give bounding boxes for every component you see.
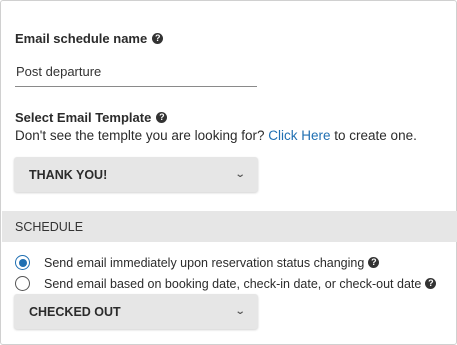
schedule-option-date-based[interactable]: Send email based on booking date, check-… xyxy=(15,276,437,291)
schedule-name-input[interactable] xyxy=(15,56,257,87)
question-circle-icon[interactable]: ? xyxy=(156,112,168,123)
radio-button-selected[interactable] xyxy=(15,255,30,270)
question-circle-icon[interactable]: ? xyxy=(152,33,164,44)
radio-button[interactable] xyxy=(15,276,30,291)
create-template-link[interactable]: Click Here xyxy=(268,128,330,143)
reservation-status-dropdown[interactable]: CHECKED OUT ⌄ xyxy=(14,294,258,329)
question-circle-icon[interactable]: ? xyxy=(425,278,437,289)
template-hint: Don't see the templte you are looking fo… xyxy=(15,128,417,143)
reservation-status-selected: CHECKED OUT xyxy=(29,304,121,319)
chevron-down-icon: ⌄ xyxy=(234,306,246,317)
email-template-label: Select Email Template ? xyxy=(15,110,168,125)
chevron-down-icon: ⌄ xyxy=(234,169,246,180)
email-template-selected: THANK YOU! xyxy=(29,167,108,182)
email-template-dropdown[interactable]: THANK YOU! ⌄ xyxy=(14,157,258,192)
schedule-option-label: Send email based on booking date, check-… xyxy=(44,276,422,291)
email-template-label-text: Select Email Template xyxy=(15,110,152,125)
template-hint-prefix: Don't see the templte you are looking fo… xyxy=(15,128,265,143)
email-schedule-panel: Email schedule name ? Select Email Templ… xyxy=(0,0,457,345)
schedule-option-status-change[interactable]: Send email immediately upon reservation … xyxy=(15,255,380,270)
schedule-option-label: Send email immediately upon reservation … xyxy=(44,255,365,270)
question-circle-icon[interactable]: ? xyxy=(368,257,380,268)
schedule-header-text: SCHEDULE xyxy=(15,219,84,234)
schedule-name-label-text: Email schedule name xyxy=(15,31,148,46)
template-hint-suffix: to create one. xyxy=(334,128,417,143)
schedule-name-label: Email schedule name ? xyxy=(15,31,164,46)
schedule-section-header: SCHEDULE xyxy=(2,211,457,242)
